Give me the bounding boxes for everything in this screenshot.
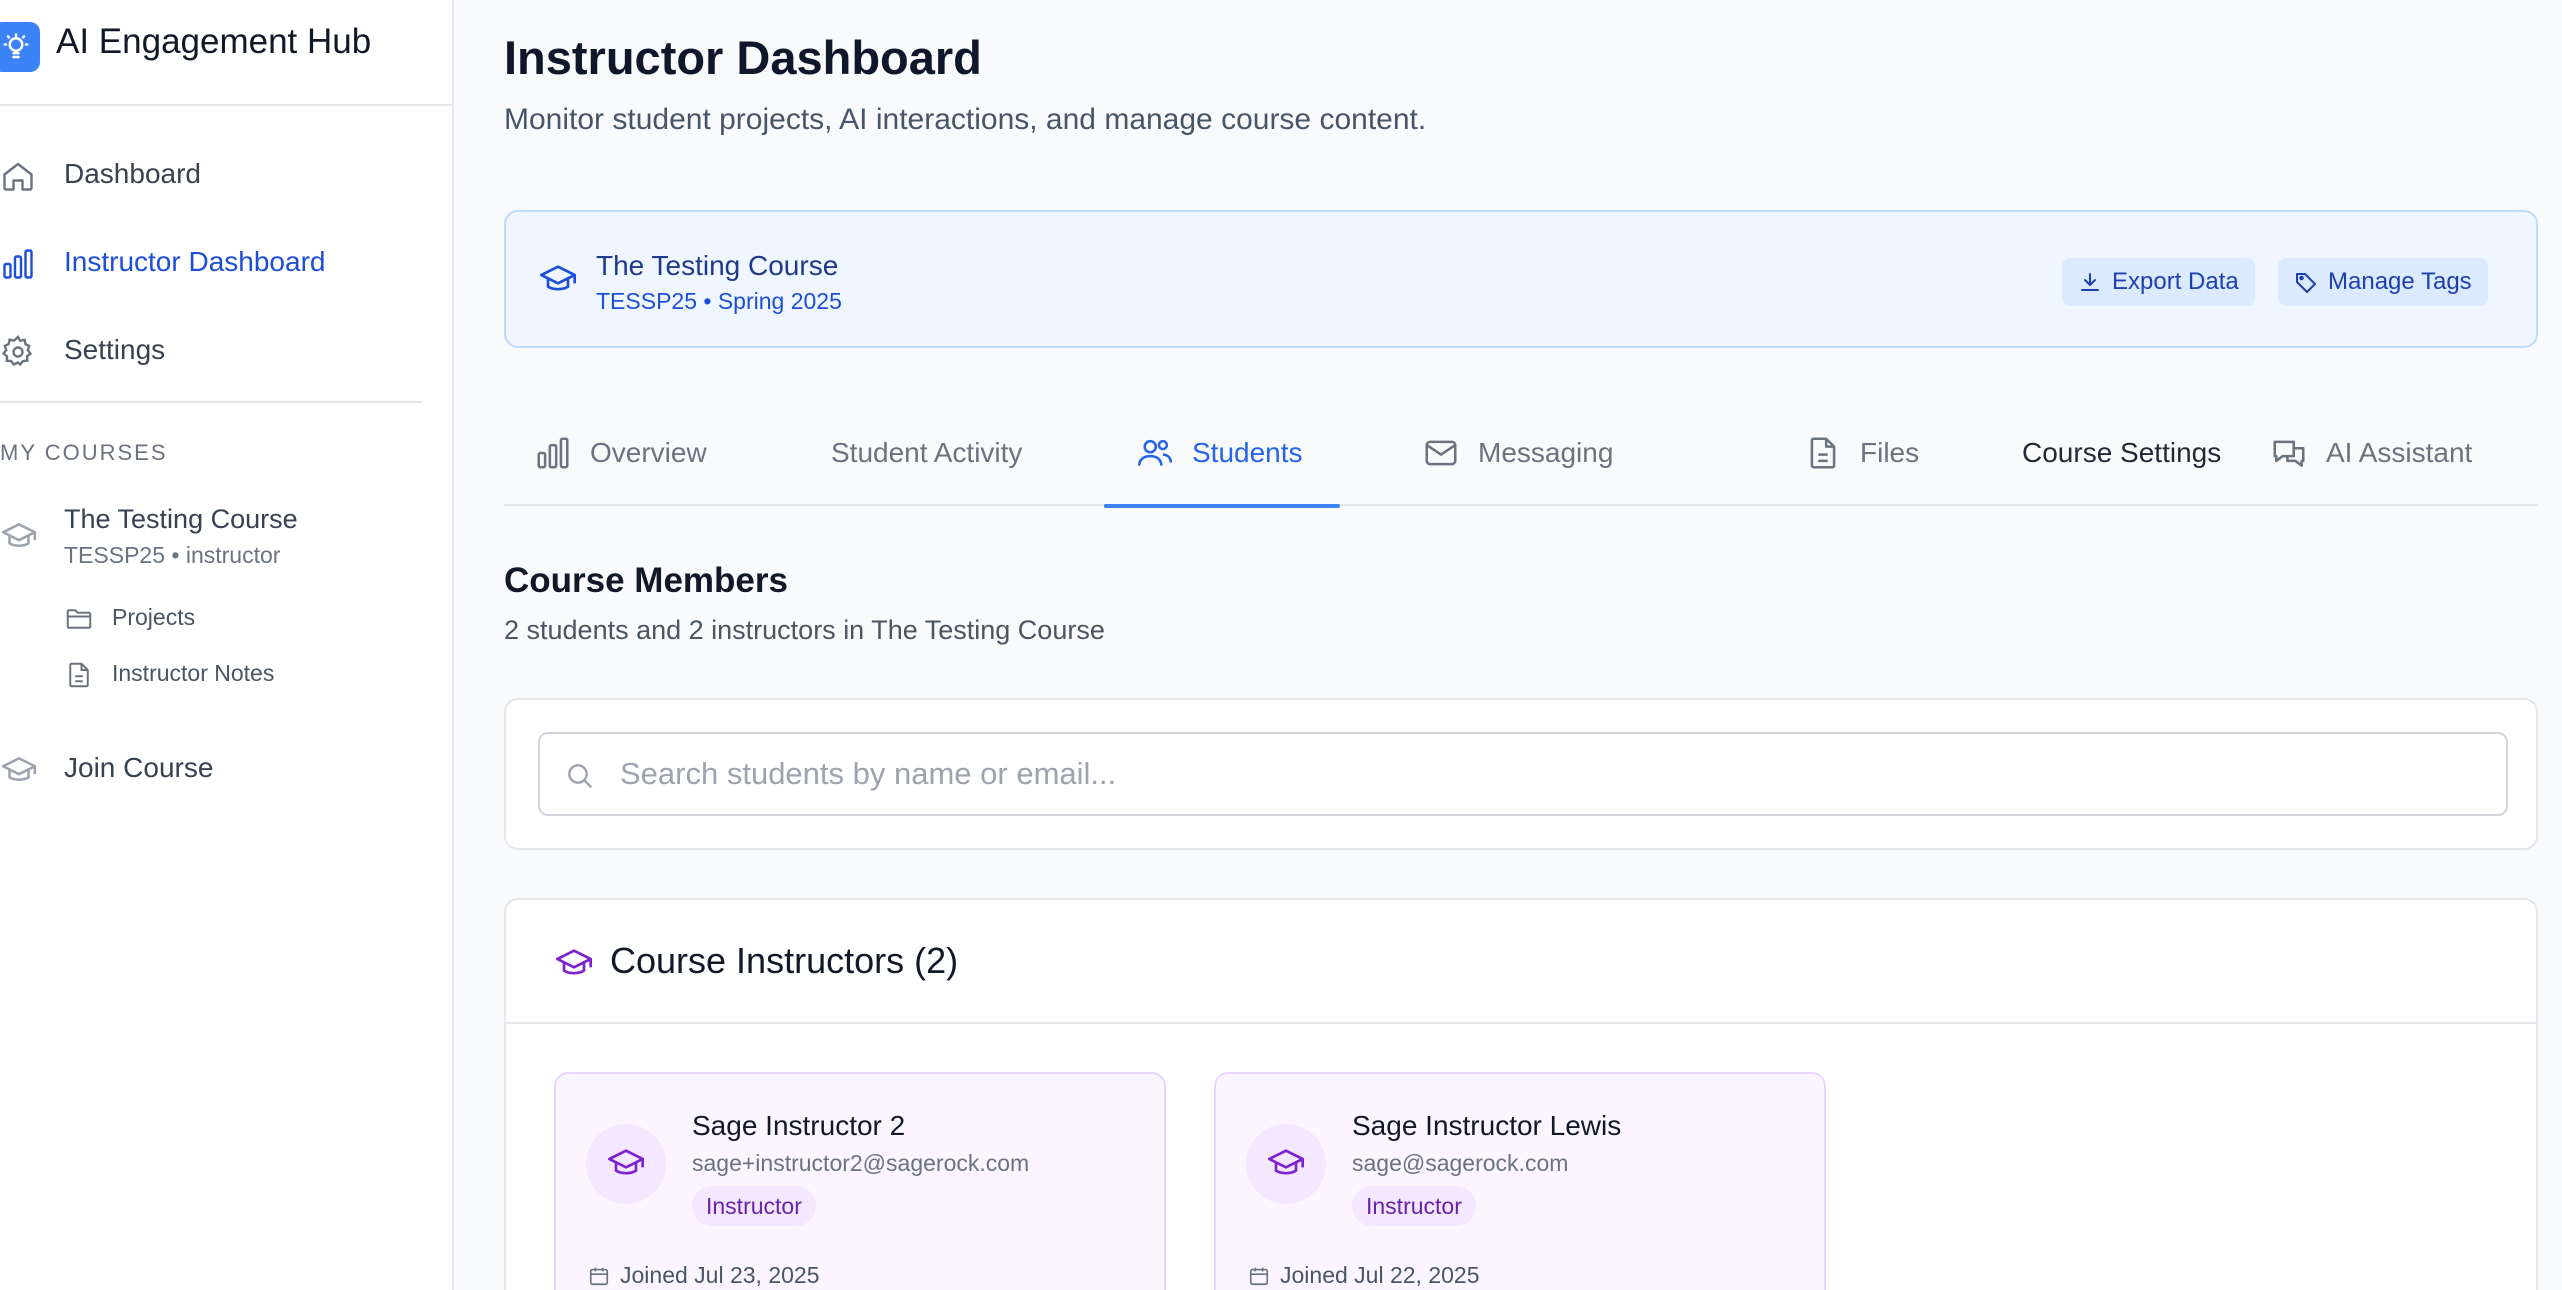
tab-students-label: Students	[1192, 437, 1303, 468]
search-card	[504, 698, 2538, 850]
bar-chart-icon	[0, 246, 36, 282]
export-data-button[interactable]: Export Data	[2062, 258, 2255, 306]
instructors-card: Course Instructors (2) Sage Instructor 2…	[504, 898, 2538, 1290]
search-icon	[564, 760, 596, 792]
graduation-cap-icon	[1266, 1144, 1306, 1184]
gear-icon	[0, 334, 36, 370]
graduation-cap-icon	[554, 944, 594, 984]
tab-course-settings-label: Course Settings	[2022, 437, 2222, 468]
tab-student-activity-label: Student Activity	[831, 437, 1023, 468]
instructor-card[interactable]: Sage Instructor Lewis sage@sagerock.com …	[1214, 1072, 1826, 1290]
main-content: Instructor Dashboard Monitor student pro…	[456, 0, 2562, 1290]
joined-date: Joined Jul 22, 2025	[1248, 1262, 1480, 1289]
role-badge: Instructor	[1352, 1186, 1476, 1226]
search-box	[538, 732, 2508, 816]
nav-join-course[interactable]: Join Course	[0, 740, 440, 796]
bar-chart-icon	[534, 434, 572, 472]
nav-instructor-dashboard-label: Instructor Dashboard	[64, 246, 326, 277]
tab-bar: Overview Student Activity Students Messa…	[504, 400, 2538, 508]
avatar	[1246, 1124, 1326, 1204]
sidebar-item-projects-label: Projects	[112, 604, 196, 630]
banner-course-name: The Testing Course	[596, 250, 839, 281]
sidebar-divider	[0, 401, 422, 403]
joined-date-text: Joined Jul 23, 2025	[620, 1262, 820, 1288]
nav-join-course-label: Join Course	[64, 752, 214, 783]
my-courses-label: MY COURSES	[0, 440, 168, 465]
instructor-email: sage+instructor2@sagerock.com	[692, 1150, 1030, 1176]
home-icon	[0, 158, 36, 194]
sidebar-item-instructor-notes[interactable]: Instructor Notes	[60, 652, 440, 696]
tab-messaging-label: Messaging	[1478, 437, 1614, 468]
nav-settings[interactable]: Settings	[0, 322, 440, 378]
instructor-name: Sage Instructor Lewis	[1352, 1110, 1622, 1141]
export-data-label: Export Data	[2112, 268, 2239, 295]
app-title: AI Engagement Hub	[56, 22, 372, 61]
tab-files[interactable]: Files	[1804, 400, 1919, 506]
sidebar: AI Engagement Hub Dashboard Instructor D…	[0, 0, 454, 1290]
file-icon	[64, 660, 94, 690]
nav-settings-label: Settings	[64, 334, 166, 365]
tab-files-label: Files	[1860, 437, 1920, 468]
mail-icon	[1422, 434, 1460, 472]
nav-dashboard-label: Dashboard	[64, 158, 201, 189]
graduation-cap-icon	[0, 752, 37, 788]
sidebar-item-instructor-notes-label: Instructor Notes	[112, 660, 275, 686]
tag-icon	[2294, 270, 2318, 294]
file-icon	[1804, 434, 1842, 472]
instructors-header: Course Instructors (2)	[506, 900, 2536, 1024]
course-members-title: Course Members	[504, 561, 788, 600]
page-subtitle: Monitor student projects, AI interaction…	[504, 103, 1427, 136]
course-members-subtitle: 2 students and 2 instructors in The Test…	[504, 615, 1105, 645]
graduation-cap-icon	[606, 1144, 646, 1184]
calendar-icon	[588, 1265, 610, 1287]
graduation-cap-icon	[538, 260, 578, 300]
instructor-name: Sage Instructor 2	[692, 1110, 906, 1141]
sidebar-course-name: The Testing Course	[64, 504, 298, 534]
banner-course-meta: TESSP25 • Spring 2025	[596, 288, 842, 314]
joined-date: Joined Jul 23, 2025	[588, 1262, 820, 1289]
manage-tags-button[interactable]: Manage Tags	[2278, 258, 2488, 306]
tab-students[interactable]: Students	[1104, 400, 1340, 508]
calendar-icon	[1248, 1265, 1270, 1287]
nav-dashboard[interactable]: Dashboard	[0, 146, 440, 202]
graduation-cap-icon	[0, 518, 38, 556]
joined-date-text: Joined Jul 22, 2025	[1280, 1262, 1480, 1288]
folder-icon	[64, 604, 94, 634]
instructor-email: sage@sagerock.com	[1352, 1150, 1569, 1176]
avatar	[586, 1124, 666, 1204]
chat-icon	[2270, 434, 2308, 472]
tab-course-settings[interactable]: Course Settings	[2022, 400, 2221, 506]
brand-header: AI Engagement Hub	[0, 0, 454, 106]
page-title: Instructor Dashboard	[504, 31, 982, 84]
tab-overview[interactable]: Overview	[534, 400, 707, 506]
sidebar-item-projects[interactable]: Projects	[60, 596, 440, 640]
lightbulb-icon	[0, 22, 40, 72]
users-icon	[1136, 434, 1174, 472]
download-icon	[2078, 270, 2102, 294]
nav-instructor-dashboard[interactable]: Instructor Dashboard	[0, 234, 440, 290]
tab-student-activity[interactable]: Student Activity	[831, 400, 1022, 506]
tab-ai-assistant[interactable]: AI Assistant	[2270, 400, 2472, 506]
manage-tags-label: Manage Tags	[2328, 268, 2472, 295]
role-badge: Instructor	[692, 1186, 816, 1226]
tab-messaging[interactable]: Messaging	[1422, 400, 1613, 506]
search-input[interactable]	[620, 734, 2480, 814]
instructor-card[interactable]: Sage Instructor 2 sage+instructor2@sager…	[554, 1072, 1166, 1290]
sidebar-course-testing[interactable]: The Testing Course TESSP25 • instructor	[0, 500, 440, 580]
instructors-title: Course Instructors (2)	[610, 940, 959, 981]
tab-ai-assistant-label: AI Assistant	[2326, 437, 2473, 468]
course-banner: The Testing Course TESSP25 • Spring 2025…	[504, 210, 2538, 348]
tab-overview-label: Overview	[590, 437, 707, 468]
sidebar-course-meta: TESSP25 • instructor	[64, 542, 281, 568]
